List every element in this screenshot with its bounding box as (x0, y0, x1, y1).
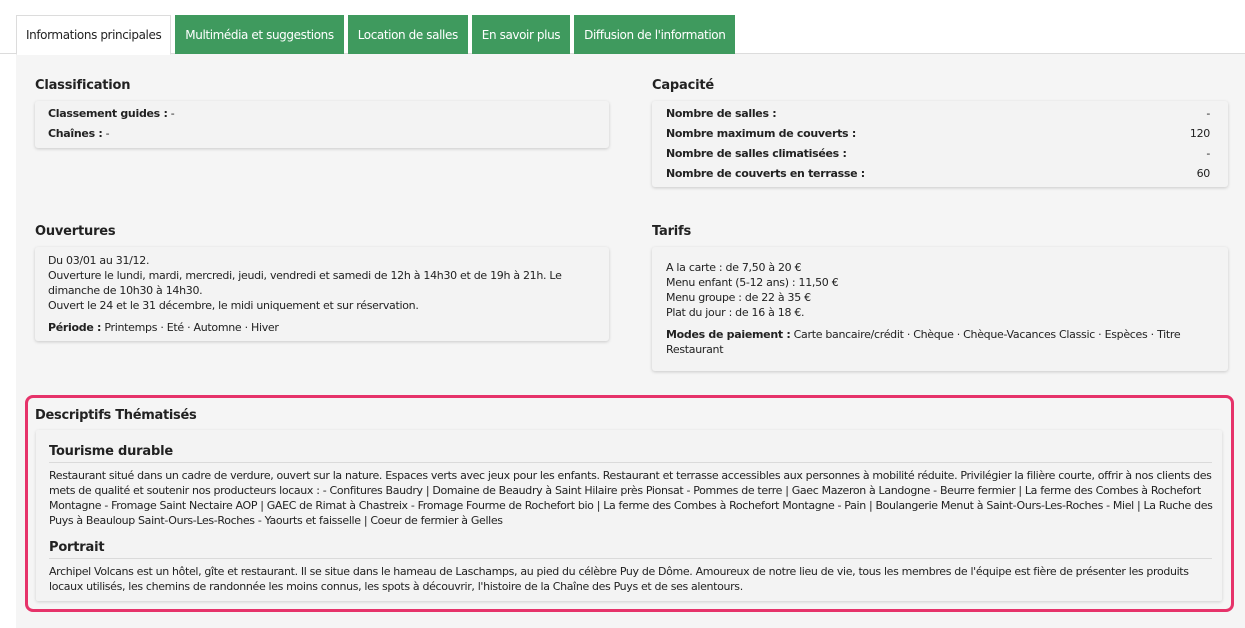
couverts-terrasse-value: 60 (1196, 167, 1211, 180)
chaines-row: Chaînes : - (48, 124, 596, 144)
capacite-row: Nombre de salles : - (666, 104, 1214, 124)
max-couverts-value: 120 (1189, 127, 1210, 140)
periode-item: Printemps (104, 321, 166, 334)
tourisme-durable-text: Restaurant situé dans un cadre de verdur… (49, 469, 1213, 527)
chaines-value: - (105, 127, 110, 140)
capacite-card: Nombre de salles : - Nombre maximum de c… (652, 101, 1228, 187)
modes-paiement-row: Modes de paiement : Carte bancaire/crédi… (666, 327, 1214, 357)
classification-title: Classification (35, 78, 131, 93)
tarif-menu-groupe: Menu groupe : de 22 à 35 € (666, 291, 811, 304)
modes-paiement-label: Modes de paiement : (666, 328, 791, 341)
descriptifs-title: Descriptifs Thématisés (35, 408, 197, 423)
tarif-menu-enfant: Menu enfant (5-12 ans) : 11,50 € (666, 276, 839, 289)
periode-label: Période : (48, 321, 102, 334)
tarifs-card: A la carte : de 7,50 à 20 € Menu enfant … (652, 247, 1228, 371)
periode-item: Hiver (250, 321, 279, 334)
tarif-plat-du-jour: Plat du jour : de 16 à 18 €. (666, 306, 805, 319)
paiement-item: Chèque (913, 328, 963, 341)
ouvertures-exceptions: Ouvert le 24 et le 31 décembre, le midi … (48, 299, 419, 312)
descriptifs-card: Tourisme durable Restaurant situé dans u… (36, 430, 1222, 601)
tab-informations-principales[interactable]: Informations principales (16, 15, 172, 55)
salles-climatisees-value: - (1206, 147, 1210, 160)
paiement-item: Chèque-Vacances Classic (963, 328, 1104, 341)
salles-climatisees-label: Nombre de salles climatisées : (666, 147, 847, 160)
paiement-item: Espèces (1105, 328, 1157, 341)
capacite-title: Capacité (652, 78, 714, 93)
classement-guides-value: - (170, 107, 175, 120)
portrait-text: Archipel Volcans est un hôtel, gîte et r… (49, 565, 1189, 593)
tourisme-durable-title: Tourisme durable (49, 444, 1212, 463)
ouvertures-horaires: Ouverture le lundi, mardi, mercredi, jeu… (48, 269, 562, 297)
capacite-row: Nombre de salles climatisées : - (666, 144, 1214, 164)
nombre-salles-label: Nombre de salles : (666, 107, 777, 120)
max-couverts-label: Nombre maximum de couverts : (666, 127, 856, 140)
tab-diffusion-information[interactable]: Diffusion de l'information (574, 15, 736, 54)
tab-location-salles[interactable]: Location de salles (347, 15, 468, 54)
ouvertures-dates: Du 03/01 au 31/12. (48, 254, 150, 267)
classement-guides-row: Classement guides : - (48, 104, 596, 124)
tarif-a-la-carte: A la carte : de 7,50 à 20 € (666, 261, 802, 274)
descriptifs-thematises-section: Descriptifs Thématisés Tourisme durable … (25, 395, 1234, 612)
chaines-label: Chaînes : (48, 127, 103, 140)
classement-guides-label: Classement guides : (48, 107, 168, 120)
periode-row: Période : PrintempsEtéAutomneHiver (48, 320, 596, 335)
periode-item: Eté (167, 321, 194, 334)
tarifs-title: Tarifs (652, 224, 692, 239)
ouvertures-title: Ouvertures (35, 224, 116, 239)
capacite-row: Nombre de couverts en terrasse : 60 (666, 164, 1214, 184)
paiement-item: Carte bancaire/crédit (794, 328, 914, 341)
classification-card: Classement guides : - Chaînes : - (35, 101, 609, 148)
tab-en-savoir-plus[interactable]: En savoir plus (471, 15, 571, 54)
nombre-salles-value: - (1206, 107, 1210, 120)
portrait-title: Portrait (49, 540, 1212, 559)
capacite-row: Nombre maximum de couverts : 120 (666, 124, 1214, 144)
ouvertures-card: Du 03/01 au 31/12. Ouverture le lundi, m… (35, 247, 609, 341)
couverts-terrasse-label: Nombre de couverts en terrasse : (666, 167, 865, 180)
periode-item: Automne (193, 321, 251, 334)
tab-multimedia-suggestions[interactable]: Multimédia et suggestions (175, 15, 344, 54)
tab-bar: Informations principales Multimédia et s… (16, 15, 739, 55)
